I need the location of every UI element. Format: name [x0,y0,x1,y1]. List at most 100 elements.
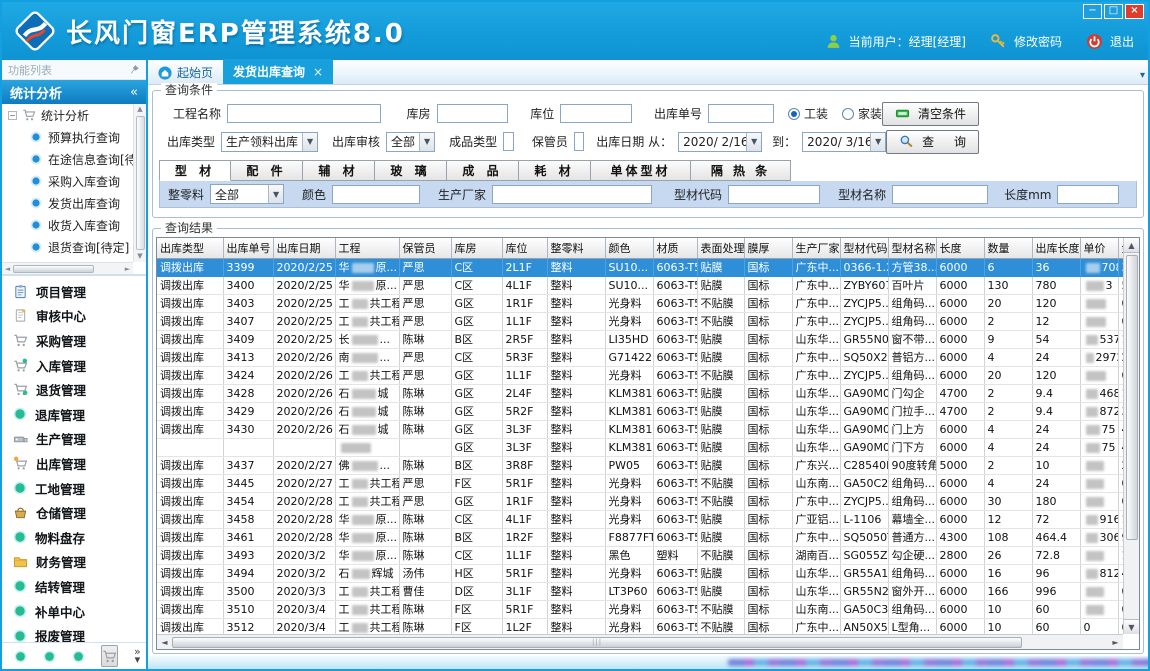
column-header[interactable]: 材质 [653,238,697,258]
column-header[interactable]: 颜色 [605,238,653,258]
column-header[interactable]: 出库单号 [223,238,273,258]
sidebar-group-item[interactable]: 补单中心 [2,599,146,624]
table-row[interactable]: 调拨出库34302020/2/26石城陈琳G区3L3F整料KLM38176063… [157,420,1123,438]
sidebar-group-item[interactable]: 入库管理 [2,353,146,378]
material-tab-0[interactable]: 型 材 [159,160,231,181]
profile-name-input[interactable] [892,185,988,204]
project-name-input[interactable] [227,104,380,123]
sidebar-group-item[interactable]: 物料盘存 [2,525,146,550]
column-header[interactable]: 单价 [1080,238,1118,258]
table-row[interactable]: 调拨出库34542020/2/28工共工程严思G区1R1F整料光身料6063-T… [157,492,1123,510]
logout-link[interactable]: 退出 [1110,33,1134,50]
location-input[interactable] [560,104,632,123]
table-row[interactable]: 调拨出库34242020/2/26工共工程严思G区1L1F整料光身料6063-T… [157,366,1123,384]
tree-vertical-scrollbar[interactable]: ▲▼ [133,104,146,262]
table-row[interactable]: 调拨出库34372020/2/27佛...陈琳B区3R8F整料PW056063-… [157,456,1123,474]
table-row[interactable]: 调拨出库34582020/2/28华原...陈琳C区4L1F整料光身料6063-… [157,510,1123,528]
sidebar-group-item[interactable]: 仓储管理 [2,500,146,525]
tree-horizontal-scrollbar[interactable]: ◄► [2,262,133,274]
grid-vertical-scrollbar[interactable]: ▲▼ [1123,238,1139,634]
sidebar-group-item[interactable]: 采购管理 [2,328,146,353]
green-dot-icon[interactable] [14,650,27,663]
column-header[interactable]: 库房 [451,238,502,258]
column-header[interactable]: 保管员 [399,238,451,258]
table-row[interactable]: 调拨出库34032020/2/25工共工程严思G区1R1F整料光身料6063-T… [157,294,1123,312]
tree-item[interactable]: 退货查询[待定] [2,236,133,258]
date-from-picker[interactable]: 2020/ 2/16▼ [678,132,762,152]
product-type-input[interactable] [503,132,514,151]
keeper-input[interactable] [574,132,584,151]
table-row[interactable]: 调拨出库34072020/2/25工共工程严思G区1L1F整料光身料6063-T… [157,312,1123,330]
sidebar-group-item[interactable]: 结转管理 [2,574,146,599]
sidebar-group-item[interactable]: 审核中心 [2,304,146,329]
collapse-chevron-icon[interactable]: « [130,85,138,100]
column-header[interactable]: 型材名称 [888,238,936,258]
tree-item[interactable]: 收货入库查询 [2,214,133,236]
table-row[interactable]: 调拨出库34002020/2/25华原...严思C区4L1F整料SU10...6… [157,276,1123,294]
material-tab-5[interactable]: 耗 材 [519,160,591,181]
table-row[interactable]: 调拨出库33992020/2/25华原...严思C区2L1F整料SU10...6… [157,258,1123,276]
grid-horizontal-scrollbar[interactable]: ◄|||► [157,634,1123,649]
manufacturer-input[interactable] [492,185,652,204]
whole-part-select[interactable]: 全部▼ [210,184,284,204]
table-row[interactable]: 调拨出库35002020/3/3工共工程曹佳D区3L1F整料LT3P606063… [157,582,1123,600]
material-tab-3[interactable]: 玻 璃 [375,160,447,181]
sidebar-group-item[interactable]: 退库管理 [2,402,146,427]
column-header[interactable]: 出库类型 [157,238,223,258]
table-row[interactable]: 调拨出库35122020/3/4工共工程陈琳F区1L2F整料光身料6063-T5… [157,618,1123,634]
tree-item[interactable]: 在途信息查询[待 [2,148,133,170]
sidebar-tool-button[interactable] [101,645,118,667]
material-tab-4[interactable]: 成 品 [447,160,519,181]
profile-code-input[interactable] [728,185,820,204]
material-tab-2[interactable]: 辅 材 [303,160,375,181]
column-header[interactable]: 整零料 [547,238,605,258]
search-button[interactable]: 查 询 [886,130,979,154]
tab-shipping-outbound-query[interactable]: 发货出库查询 × [223,59,333,84]
radio-industrial[interactable] [788,108,800,120]
tab-home[interactable]: 起始页 [148,61,223,84]
column-header[interactable]: 表面处理 [697,238,744,258]
tree-item[interactable]: 预算执行查询 [2,126,133,148]
color-input[interactable] [332,185,420,204]
table-row[interactable]: 调拨出库35102020/3/4工共工程陈琳F区5R1F整料光身料6063-T5… [157,600,1123,618]
warehouse-input[interactable] [437,104,509,123]
table-row[interactable]: 调拨出库34932020/3/2华原...陈琳C区1L1F整料黑色塑料不贴膜国标… [157,546,1123,564]
column-header[interactable]: 生产厂家 [792,238,840,258]
table-row[interactable]: G区3L3F整料KLM38176063-T5贴膜国标山东华...GA90M09.… [157,438,1123,456]
minimize-button[interactable]: − [1083,4,1102,19]
tree-expand-icon[interactable]: − [8,111,17,120]
table-row[interactable]: 调拨出库34282020/2/26石城陈琳G区2L4F整料KLM38176063… [157,384,1123,402]
sidebar-group-item[interactable]: 报废管理 [2,623,146,642]
close-button[interactable]: × [1125,4,1144,19]
radio-home[interactable] [842,108,854,120]
order-no-input[interactable] [708,104,774,123]
length-input[interactable] [1057,185,1119,204]
column-header[interactable]: 膜厚 [744,238,792,258]
material-tab-7[interactable]: 隔 热 条 [691,160,791,181]
tree-item[interactable]: 采购入库查询 [2,170,133,192]
sidebar-group-item[interactable]: 项目管理 [2,279,146,304]
green-dot-icon[interactable] [43,650,56,663]
green-dot-icon[interactable] [72,650,85,663]
maximize-button[interactable]: □ [1104,4,1123,19]
sidebar-group-item[interactable]: 生产管理 [2,427,146,452]
date-to-picker[interactable]: 2020/ 3/16▼ [802,132,886,152]
table-row[interactable]: 调拨出库34292020/2/26石城陈琳G区5R2F整料KLM38176063… [157,402,1123,420]
table-row[interactable]: 调拨出库34452020/2/27工共工程严思F区5R1F整料光身料6063-T… [157,474,1123,492]
column-header[interactable]: 数量 [984,238,1032,258]
tree-root-statistics[interactable]: − 统计分析 [2,104,133,126]
change-password-link[interactable]: 修改密码 [1014,33,1062,50]
sidebar-group-item[interactable]: 财务管理 [2,550,146,575]
column-header[interactable]: 型材代码 [840,238,888,258]
column-header[interactable]: 长度 [936,238,984,258]
clear-conditions-button[interactable]: 清空条件 [882,102,979,126]
material-tab-6[interactable]: 单体型材 [591,160,691,181]
sidebar-more-button[interactable]: »▾ [134,648,141,664]
tree-item[interactable]: 发货出库查询 [2,192,133,214]
sidebar-group-item[interactable]: 出库管理 [2,451,146,476]
pin-icon[interactable] [129,64,140,75]
tab-overflow-icon[interactable]: ▾ [1140,70,1145,81]
table-row[interactable]: 调拨出库34132020/2/26南...严思C区5R3F整料G71422606… [157,348,1123,366]
column-header[interactable]: 出库长度 [1032,238,1080,258]
sidebar-group-item[interactable]: 退货管理 [2,377,146,402]
